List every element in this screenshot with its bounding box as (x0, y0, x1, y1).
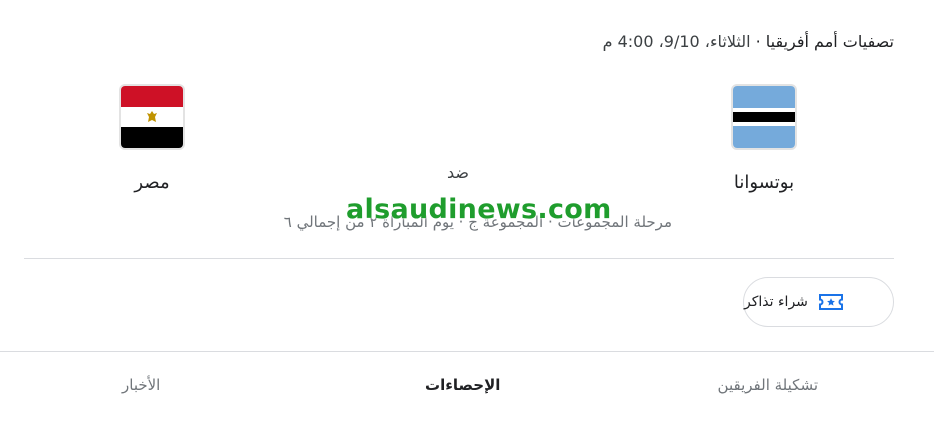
divider (24, 258, 894, 259)
vs-label: ضد (447, 163, 469, 182)
buy-tickets-button[interactable]: شراء تذاكر (743, 277, 894, 327)
away-team-name: مصر (134, 172, 170, 193)
tab-stats[interactable]: الإحصاءات (425, 376, 500, 394)
match-card: تصفيات أمم أفريقيا · الثلاثاء، 9/10، 4:0… (0, 0, 934, 423)
botswana-flag-icon (733, 86, 795, 148)
home-team-name: بوتسوانا (733, 172, 795, 193)
tabs-divider (0, 351, 934, 352)
match-header: تصفيات أمم أفريقيا · الثلاثاء، 9/10، 4:0… (603, 32, 894, 51)
ticket-icon (818, 294, 843, 310)
home-team[interactable]: بوتسوانا (724, 86, 804, 193)
match-datetime: الثلاثاء، 9/10، 4:00 م (602, 32, 751, 51)
away-team[interactable]: مصر (112, 86, 192, 193)
buy-tickets-label: شراء تذاكر (744, 294, 808, 310)
tab-lineups[interactable]: تشكيلة الفريقين (718, 376, 818, 394)
watermark: alsaudinews.com (346, 194, 612, 225)
eagle-emblem-icon (147, 111, 157, 122)
egypt-flag-icon (121, 86, 183, 148)
tab-news[interactable]: الأخبار (122, 376, 160, 394)
competition-name[interactable]: تصفيات أمم أفريقيا (766, 32, 894, 51)
header-separator: · (755, 32, 761, 51)
